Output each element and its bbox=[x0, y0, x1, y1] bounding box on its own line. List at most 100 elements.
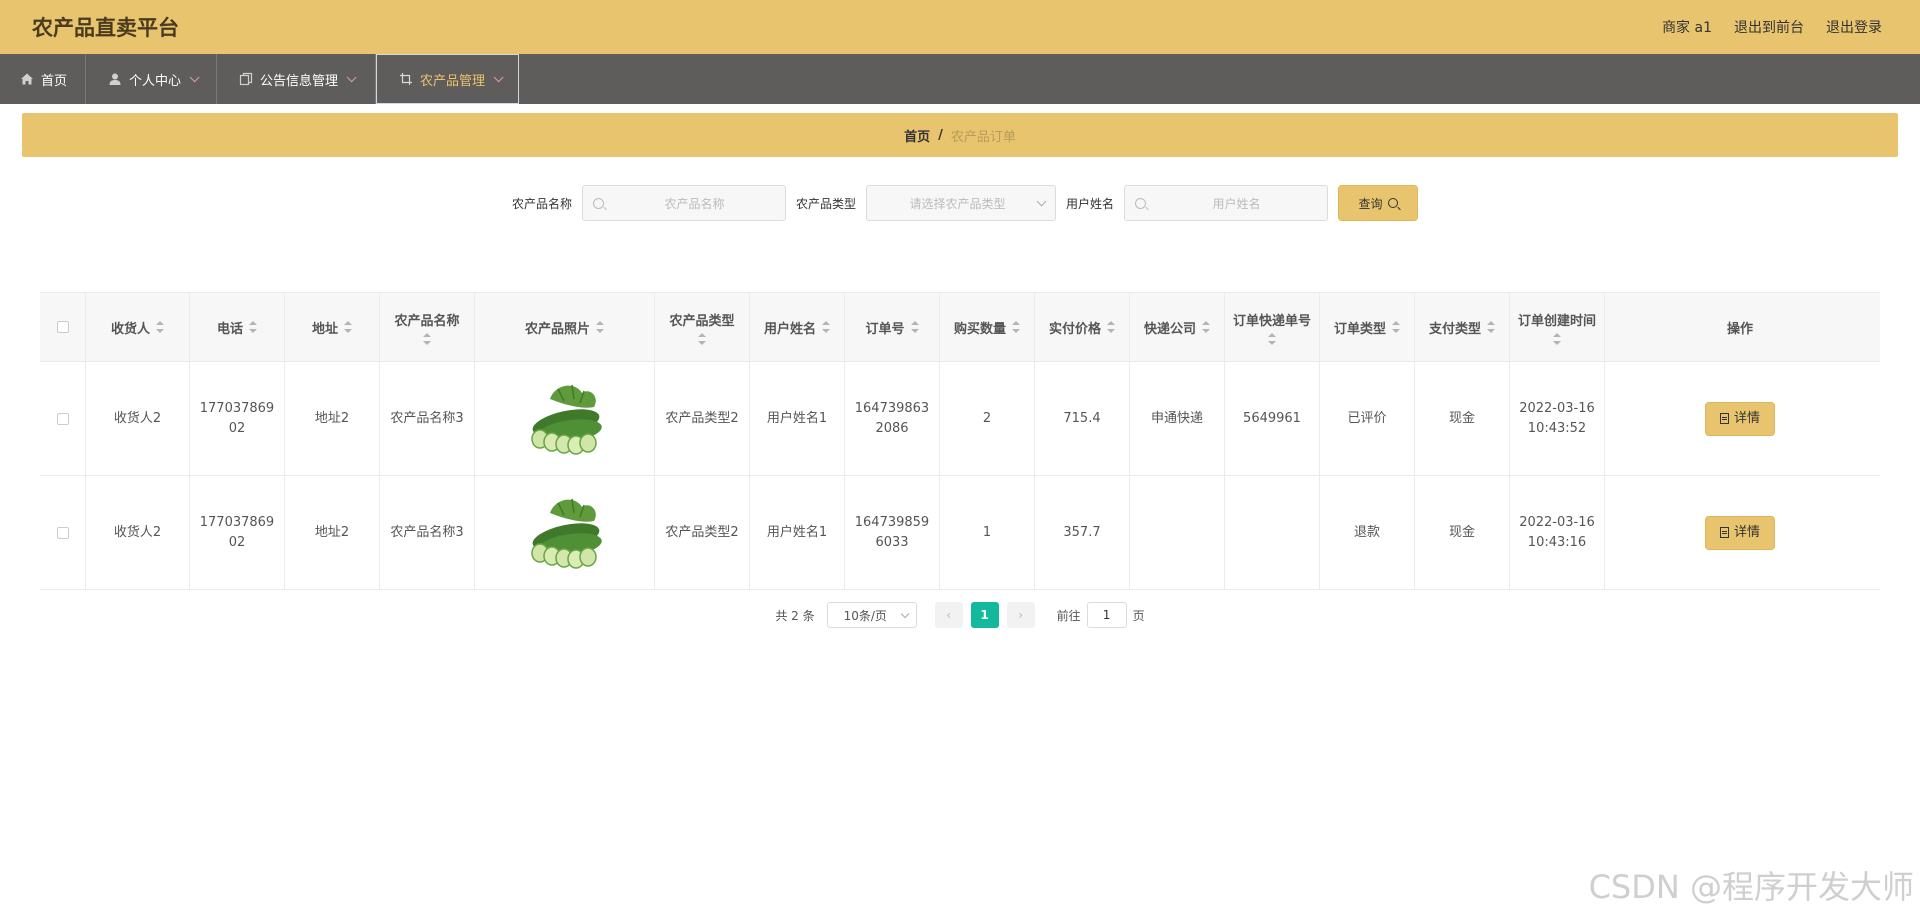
cell-order-no: 1647398632086 bbox=[845, 362, 940, 475]
cell-actions: 详情 bbox=[1605, 476, 1875, 589]
cell-tracking-no: 5649961 bbox=[1225, 362, 1320, 475]
header-cell[interactable]: 快递公司 bbox=[1130, 293, 1225, 361]
product-name-input[interactable]: 农产品名称 bbox=[581, 185, 786, 221]
query-button[interactable]: 查询 bbox=[1338, 185, 1419, 221]
prev-page-button[interactable]: ‹ bbox=[934, 602, 963, 628]
page-number-current[interactable]: 1 bbox=[970, 602, 999, 628]
nav-product-management[interactable]: 农产品管理 bbox=[376, 54, 520, 104]
cell-product-name: 农产品名称3 bbox=[380, 476, 475, 589]
header-cell[interactable]: 农产品照片 bbox=[475, 293, 655, 361]
user-name-input[interactable]: 用户姓名 bbox=[1124, 185, 1329, 221]
sort-icon bbox=[822, 321, 830, 333]
header-cell[interactable]: 订单快递单号 bbox=[1225, 293, 1320, 361]
page-size-value: 10条/页 bbox=[843, 608, 887, 623]
table-row: 收货人2 17703786902 地址2 农产品名称3 农产品类型2 用户姓名1… bbox=[40, 476, 1880, 590]
goto-label: 前往 bbox=[1056, 608, 1081, 623]
header-cell[interactable]: 实付价格 bbox=[1035, 293, 1130, 361]
nav-personal-label: 个人中心 bbox=[129, 73, 182, 89]
back-to-front-link[interactable]: 退出到前台 bbox=[1734, 17, 1804, 37]
logout-link[interactable]: 退出登录 bbox=[1826, 17, 1882, 37]
breadcrumb-home[interactable]: 首页 bbox=[904, 126, 930, 145]
header-label: 农产品照片 bbox=[524, 321, 590, 337]
header-cell[interactable]: 农产品名称 bbox=[380, 293, 475, 361]
breadcrumb-current: 农产品订单 bbox=[950, 129, 1016, 145]
top-links: 商家 a1 退出到前台 退出登录 bbox=[1662, 17, 1882, 37]
created-time: 10:43:16 bbox=[1527, 534, 1587, 550]
cell-receiver: 收货人2 bbox=[86, 476, 190, 589]
row-select-cell bbox=[40, 476, 86, 589]
row-checkbox[interactable] bbox=[56, 526, 69, 539]
row-select-cell bbox=[40, 362, 86, 475]
header-cell[interactable]: 订单号 bbox=[845, 293, 940, 361]
page-size-select[interactable]: 10条/页 bbox=[826, 602, 917, 628]
cell-order-type: 已评价 bbox=[1320, 362, 1415, 475]
cell-pay-type: 现金 bbox=[1415, 476, 1510, 589]
product-type-select[interactable]: 请选择农产品类型 bbox=[866, 185, 1056, 221]
header-cell[interactable]: 用户姓名 bbox=[750, 293, 845, 361]
detail-button[interactable]: 详情 bbox=[1705, 515, 1775, 550]
select-all-checkbox[interactable] bbox=[56, 321, 69, 333]
created-date: 2022-03-16 bbox=[1519, 400, 1595, 416]
cell-order-type: 退款 bbox=[1320, 476, 1415, 589]
cell-price: 357.7 bbox=[1035, 476, 1130, 589]
header-label: 农产品名称 bbox=[394, 313, 460, 329]
cell-address: 地址2 bbox=[285, 476, 380, 589]
query-button-label: 查询 bbox=[1358, 196, 1383, 211]
header-cell[interactable]: 订单创建时间 bbox=[1510, 293, 1605, 361]
goto-page-input[interactable]: 1 bbox=[1086, 602, 1127, 628]
chevron-down-icon bbox=[900, 609, 909, 618]
cucumber-photo bbox=[530, 498, 602, 569]
header-cell[interactable]: 地址 bbox=[285, 293, 380, 361]
header-cell[interactable]: 订单类型 bbox=[1320, 293, 1415, 361]
chevron-down-icon bbox=[1036, 196, 1047, 206]
nav-notice-management[interactable]: 公告信息管理 bbox=[217, 54, 377, 104]
chevron-down-icon bbox=[346, 71, 357, 82]
sort-icon bbox=[1487, 321, 1495, 333]
cell-quantity: 2 bbox=[940, 362, 1035, 475]
user-name-placeholder: 用户姓名 bbox=[1212, 196, 1261, 211]
chevron-left-icon: ‹ bbox=[946, 608, 952, 622]
sort-icon bbox=[1268, 332, 1276, 345]
header-cell[interactable]: 收货人 bbox=[86, 293, 190, 361]
current-user[interactable]: 商家 a1 bbox=[1662, 17, 1712, 37]
sort-icon bbox=[249, 321, 257, 333]
goto-unit: 页 bbox=[1132, 608, 1145, 623]
breadcrumb: 首页 / 农产品订单 bbox=[22, 113, 1898, 157]
cell-quantity: 1 bbox=[940, 476, 1035, 589]
cell-user-name: 用户姓名1 bbox=[750, 362, 845, 475]
header-label: 电话 bbox=[216, 321, 243, 337]
cell-created-time: 2022-03-16 10:43:52 bbox=[1510, 362, 1605, 475]
home-icon bbox=[21, 73, 33, 85]
cell-product-name: 农产品名称3 bbox=[380, 362, 475, 475]
watermark: CSDN @程序开发大师 bbox=[1588, 868, 1914, 906]
cell-price: 715.4 bbox=[1035, 362, 1130, 475]
cell-pay-type: 现金 bbox=[1415, 362, 1510, 475]
next-page-button[interactable]: › bbox=[1006, 602, 1035, 628]
detail-button-label: 详情 bbox=[1733, 410, 1760, 426]
header-label: 操作 bbox=[1726, 321, 1753, 337]
header-cell[interactable]: 购买数量 bbox=[940, 293, 1035, 361]
product-name-placeholder: 农产品名称 bbox=[664, 196, 725, 211]
chevron-down-icon bbox=[493, 71, 504, 82]
nav-home[interactable]: 首页 bbox=[0, 54, 87, 104]
detail-button[interactable]: 详情 bbox=[1705, 401, 1775, 436]
top-header: 农产品直卖平台 商家 a1 退出到前台 退出登录 bbox=[0, 0, 1920, 54]
header-cell[interactable]: 农产品类型 bbox=[655, 293, 750, 361]
nav-personal-center[interactable]: 个人中心 bbox=[86, 54, 218, 104]
header-cell[interactable]: 电话 bbox=[190, 293, 285, 361]
table-row: 收货人2 17703786902 地址2 农产品名称3 农产品类型2 用户姓名1… bbox=[40, 362, 1880, 476]
product-type-label: 农产品类型 bbox=[795, 196, 856, 211]
page-jump: 前往 1 页 bbox=[1057, 602, 1145, 628]
sort-icon bbox=[1202, 321, 1210, 333]
product-name-label: 农产品名称 bbox=[511, 196, 572, 211]
cell-actions: 详情 bbox=[1605, 362, 1875, 475]
cell-courier bbox=[1130, 476, 1225, 589]
copy-icon bbox=[239, 72, 253, 86]
cell-tracking-no bbox=[1225, 476, 1320, 589]
sort-icon bbox=[423, 332, 431, 345]
row-checkbox[interactable] bbox=[56, 412, 69, 425]
user-icon bbox=[109, 73, 121, 85]
header-cell[interactable]: 支付类型 bbox=[1415, 293, 1510, 361]
pagination: 共 2 条 10条/页 ‹ 1 › 前往 1 页 bbox=[0, 602, 1920, 628]
cell-product-type: 农产品类型2 bbox=[655, 362, 750, 475]
